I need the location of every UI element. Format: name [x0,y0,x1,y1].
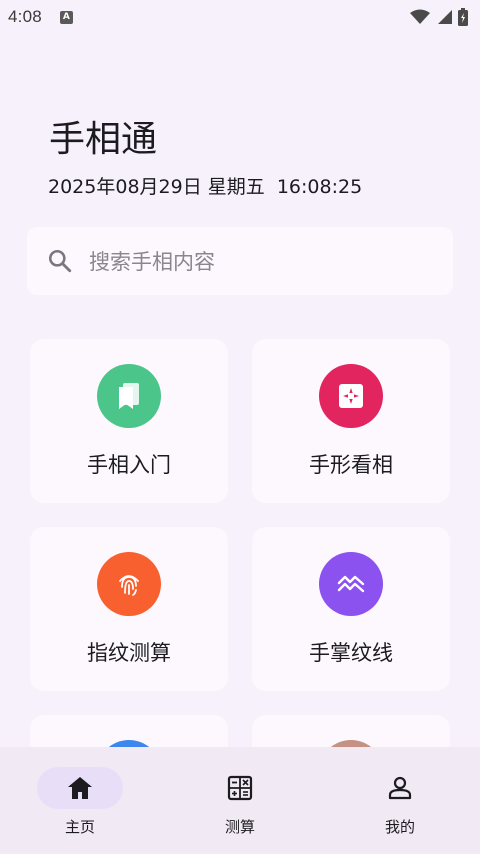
bottom-navigation: 主页 测算 我的 [0,747,480,854]
nav-label: 我的 [384,818,415,836]
calculator-icon [225,773,255,803]
card-label: 指纹测算 [87,641,171,665]
battery-charging-icon [458,8,468,26]
palm-shape-icon [339,384,363,408]
current-datetime: 2025年08月29日 星期五 16:08:25 [48,176,363,198]
nav-label: 测算 [224,818,255,836]
search-icon [48,249,72,273]
card-icon-circle [97,552,161,616]
status-time: 4:08 [8,7,42,26]
status-bar: 4:08 A [0,0,480,34]
card-label: 手相入门 [87,453,171,477]
search-placeholder: 搜索手相内容 [89,250,215,274]
card-label: 手形看相 [309,453,393,477]
card-palm-intro[interactable]: 手相入门 [30,339,228,503]
cellular-signal-icon [438,10,452,24]
book-icon [119,383,139,409]
nav-profile[interactable]: 我的 [320,747,480,854]
app-title: 手相通 [49,119,158,160]
notification-badge-icon: A [59,10,73,24]
card-icon-circle [97,364,161,428]
card-icon-circle [319,364,383,428]
search-input[interactable]: 搜索手相内容 [27,227,453,295]
card-palm-lines[interactable]: 手掌纹线 [252,527,450,691]
card-label: 手掌纹线 [309,641,393,665]
card-fingerprint[interactable]: 指纹测算 [30,527,228,691]
nav-calculate[interactable]: 测算 [160,747,320,854]
fingerprint-icon [119,575,139,596]
home-icon [65,773,95,803]
palm-lines-icon [337,575,365,593]
nav-label: 主页 [64,818,95,836]
person-icon [385,773,415,803]
status-icons [410,8,468,26]
wifi-icon [410,9,430,24]
nav-home[interactable]: 主页 [0,747,160,854]
card-hand-shape[interactable]: 手形看相 [252,339,450,503]
card-icon-circle [319,552,383,616]
